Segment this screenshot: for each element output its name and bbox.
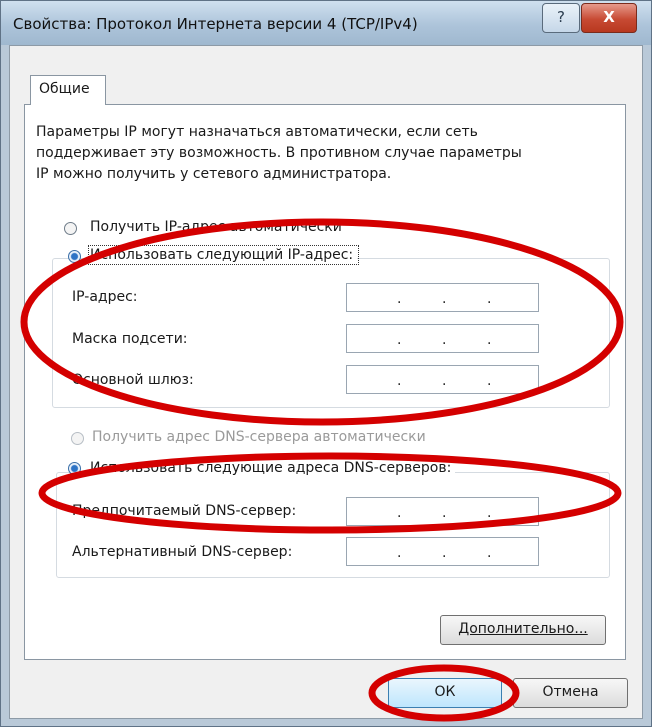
intro-line-2: поддерживает эту возможность. В противно… [36,145,522,161]
preferred-dns-label: Предпочитаемый DNS-сервер: [72,503,297,519]
gateway-input[interactable]: ... [346,365,539,394]
ip-auto-label[interactable]: Получить IP-адрес автоматически [90,219,342,235]
help-icon: ? [557,8,565,26]
title-bar[interactable]: Свойства: Протокол Интернета версии 4 (T… [1,1,651,45]
cancel-button[interactable]: Отмена [513,678,628,708]
ip-auto-radio[interactable] [64,222,77,235]
cancel-button-label: Отмена [542,684,599,700]
dns-manual-radio[interactable] [68,462,81,475]
subnet-mask-label: Маска подсети: [72,331,188,347]
ip-manual-radio[interactable] [68,250,81,263]
tab-general-label: Общие [39,81,90,97]
advanced-button-label: Дополнительно... [458,621,588,637]
advanced-button[interactable]: Дополнительно... [440,615,606,645]
window-title: Свойства: Протокол Интернета версии 4 (T… [13,15,418,33]
ip-address-label: IP-адрес: [72,289,138,305]
alternate-dns-label: Альтернативный DNS-сервер: [72,544,293,560]
dns-auto-label[interactable]: Получить адрес DNS-сервера автоматически [92,429,426,445]
close-button[interactable]: X [581,3,637,33]
ok-button[interactable]: ОК [388,678,502,708]
tab-general[interactable]: Общие [30,75,106,105]
intro-text: Параметры IP могут назначаться автоматич… [36,122,596,185]
intro-line-1: Параметры IP могут назначаться автоматич… [36,124,478,140]
gateway-label: Основной шлюз: [72,372,194,388]
subnet-mask-input[interactable]: ... [346,324,539,353]
dns-manual-label[interactable]: Использовать следующие адреса DNS-сервер… [90,460,456,476]
help-button[interactable]: ? [542,3,580,33]
preferred-dns-input[interactable]: ... [346,497,539,526]
close-icon: X [603,8,615,26]
ip-manual-label[interactable]: Использовать следующий IP-адрес: [87,245,360,265]
intro-line-3: IP можно получить у сетевого администрат… [36,166,392,182]
ok-button-label: ОК [434,684,456,700]
ip-address-input[interactable]: ... [346,283,539,312]
alternate-dns-input[interactable]: ... [346,537,539,566]
dns-auto-radio[interactable] [71,432,84,445]
